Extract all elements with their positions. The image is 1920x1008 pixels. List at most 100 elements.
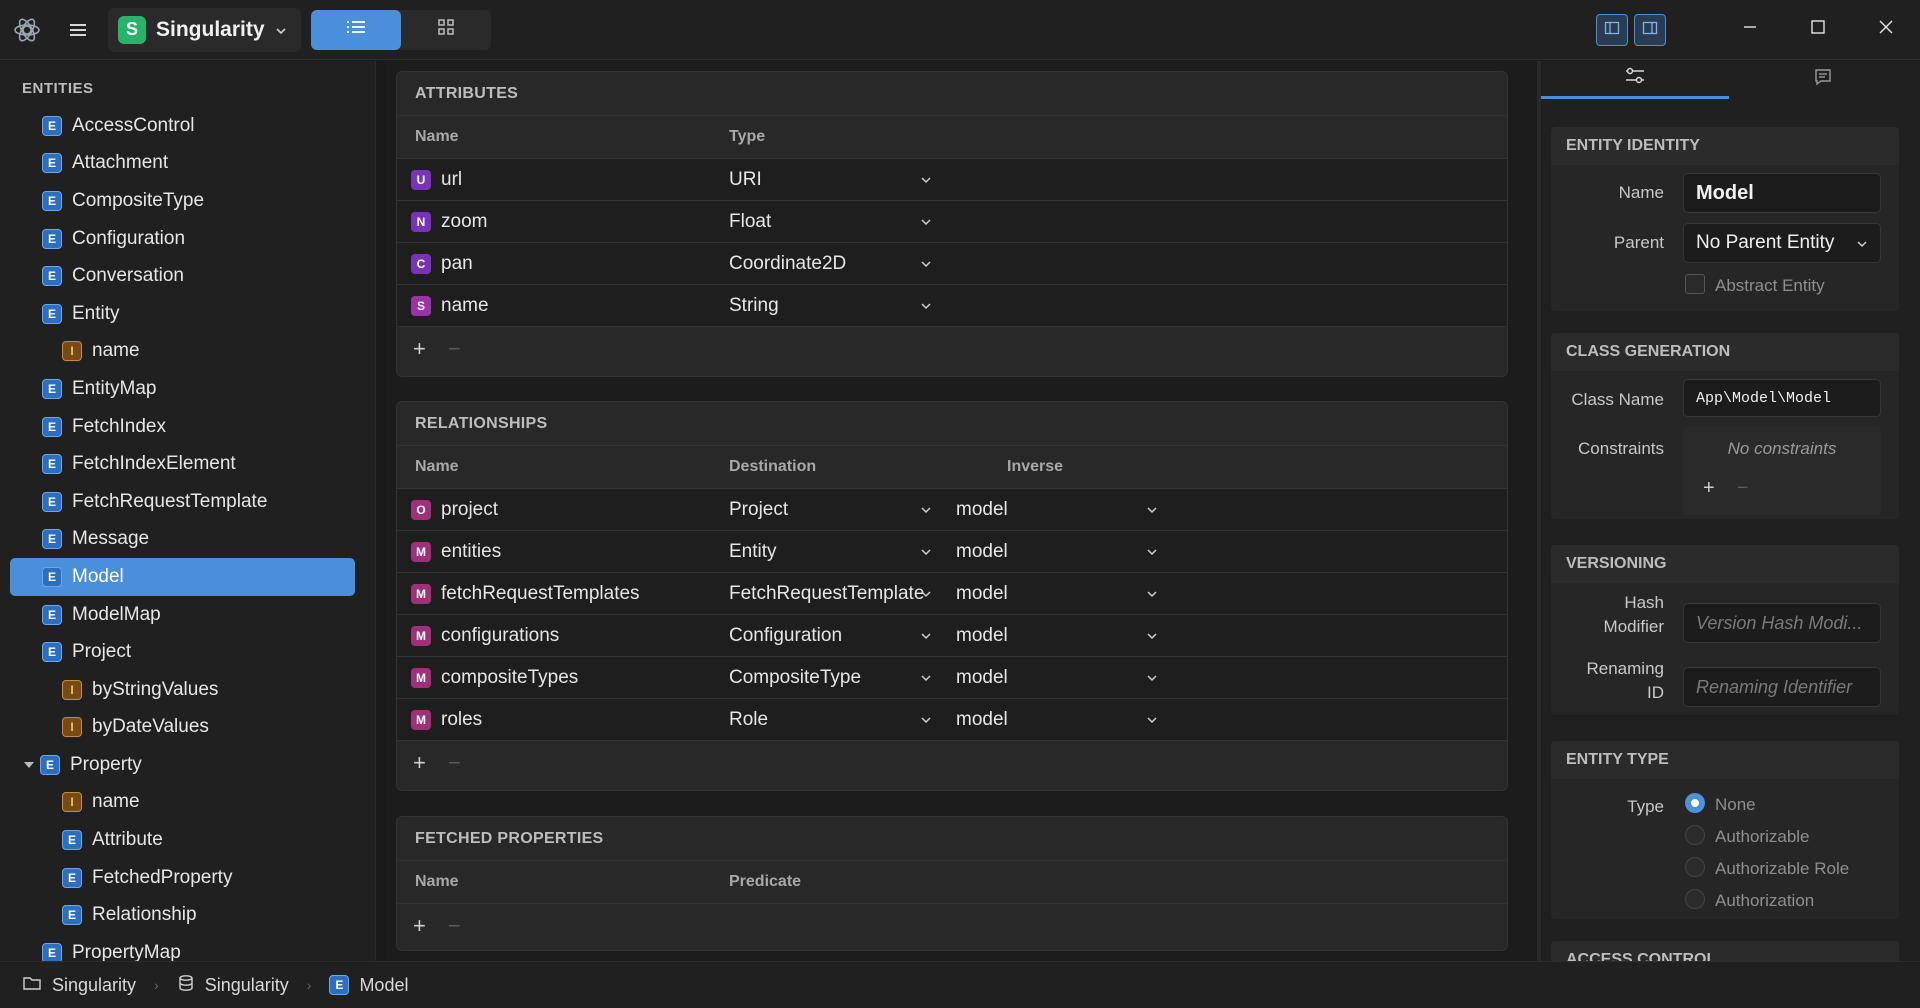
expand-caret-icon[interactable]: [22, 760, 36, 770]
chevron-down-icon[interactable]: [919, 671, 933, 685]
attribute-name[interactable]: name: [441, 295, 489, 317]
sidebar-item[interactable]: E FetchIndexElement: [0, 445, 375, 483]
sidebar-item[interactable]: E Property: [0, 746, 375, 784]
chevron-down-icon[interactable]: [919, 215, 933, 229]
sidebar-item[interactable]: E Entity: [0, 295, 375, 333]
relationship-name[interactable]: roles: [441, 709, 482, 731]
attribute-row[interactable]: Sname String: [397, 285, 1507, 327]
minimize-button[interactable]: [1716, 0, 1784, 60]
entity-name-input[interactable]: Model: [1683, 173, 1881, 213]
attribute-name[interactable]: url: [441, 169, 462, 191]
sidebar-item[interactable]: E Model: [10, 558, 355, 596]
sidebar-item[interactable]: E Attachment: [0, 145, 375, 183]
attribute-row[interactable]: Nzoom Float: [397, 201, 1507, 243]
relationship-name[interactable]: entities: [441, 541, 501, 563]
sidebar-item[interactable]: E EntityMap: [0, 370, 375, 408]
sidebar-item[interactable]: E Configuration: [0, 220, 375, 258]
sidebar-item[interactable]: E PropertyMap: [0, 934, 375, 961]
relationship-name[interactable]: compositeTypes: [441, 667, 578, 689]
inverse-select[interactable]: model: [956, 499, 1008, 521]
class-name-input[interactable]: App\Model\Model: [1683, 379, 1881, 417]
attribute-name[interactable]: pan: [441, 253, 473, 275]
sidebar-item[interactable]: E FetchIndex: [0, 408, 375, 446]
sidebar-item[interactable]: E Project: [0, 633, 375, 671]
maximize-button[interactable]: [1784, 0, 1852, 60]
sidebar-resize-handle[interactable]: [376, 61, 386, 961]
tab-properties[interactable]: [1541, 61, 1729, 99]
relationship-row[interactable]: MfetchRequestTemplates FetchRequestTempla…: [397, 573, 1507, 615]
attribute-type-select[interactable]: Float: [729, 211, 771, 233]
attribute-type-select[interactable]: Coordinate2D: [729, 253, 846, 275]
remove-attribute-button[interactable]: −: [448, 336, 461, 362]
close-window-button[interactable]: [1852, 0, 1920, 60]
destination-select[interactable]: Project: [729, 499, 788, 521]
toggle-left-panel-button[interactable]: [1596, 13, 1628, 46]
parent-entity-select[interactable]: No Parent Entity: [1683, 223, 1881, 263]
add-relationship-button[interactable]: +: [413, 750, 426, 776]
chevron-down-icon[interactable]: [1145, 629, 1159, 643]
chevron-down-icon[interactable]: [919, 299, 933, 313]
breadcrumb-project[interactable]: Singularity: [22, 975, 136, 996]
sidebar-item[interactable]: Iname: [0, 784, 375, 822]
remove-constraint-button[interactable]: −: [1737, 477, 1749, 500]
attribute-row[interactable]: Cpan Coordinate2D: [397, 243, 1507, 285]
sidebar-item[interactable]: E AccessControl: [0, 107, 375, 145]
sidebar-item[interactable]: E Message: [0, 521, 375, 559]
hamburger-menu-icon[interactable]: [58, 10, 98, 50]
add-attribute-button[interactable]: +: [413, 336, 426, 362]
attribute-row[interactable]: Uurl URI: [397, 159, 1507, 201]
chevron-down-icon[interactable]: [919, 629, 933, 643]
sidebar-item[interactable]: E Relationship: [0, 896, 375, 934]
sidebar-item[interactable]: E Attribute: [0, 821, 375, 859]
breadcrumb-entity[interactable]: E Model: [329, 975, 408, 996]
destination-select[interactable]: CompositeType: [729, 667, 861, 689]
relationship-row[interactable]: Oproject Project model: [397, 489, 1507, 531]
chevron-down-icon[interactable]: [919, 503, 933, 517]
list-view-button[interactable]: [310, 9, 401, 50]
add-fetched-property-button[interactable]: +: [413, 913, 426, 939]
relationship-row[interactable]: Mentities Entity model: [397, 531, 1507, 573]
chevron-down-icon[interactable]: [1145, 545, 1159, 559]
chevron-down-icon[interactable]: [1145, 671, 1159, 685]
sidebar-item[interactable]: E CompositeType: [0, 182, 375, 220]
add-constraint-button[interactable]: +: [1703, 477, 1715, 500]
attribute-type-select[interactable]: String: [729, 295, 779, 317]
destination-select[interactable]: Configuration: [729, 625, 842, 647]
sidebar-item[interactable]: IbyStringValues: [0, 671, 375, 709]
chevron-down-icon[interactable]: [1145, 503, 1159, 517]
destination-select[interactable]: FetchRequestTemplate: [729, 583, 924, 605]
chevron-down-icon[interactable]: [919, 587, 933, 601]
attribute-type-select[interactable]: URI: [729, 169, 762, 191]
grid-view-button[interactable]: [401, 10, 491, 50]
inverse-select[interactable]: model: [956, 541, 1008, 563]
relationship-name[interactable]: project: [441, 499, 498, 521]
sidebar-item[interactable]: E Conversation: [0, 257, 375, 295]
chevron-down-icon[interactable]: [919, 545, 933, 559]
sidebar-item[interactable]: E FetchRequestTemplate: [0, 483, 375, 521]
destination-select[interactable]: Entity: [729, 541, 777, 563]
relationship-name[interactable]: configurations: [441, 625, 559, 647]
inverse-select[interactable]: model: [956, 667, 1008, 689]
sidebar-item[interactable]: E ModelMap: [0, 596, 375, 634]
sidebar-item[interactable]: IbyDateValues: [0, 709, 375, 747]
relationship-row[interactable]: Mroles Role model: [397, 699, 1507, 741]
chevron-down-icon[interactable]: [1145, 587, 1159, 601]
chevron-down-icon[interactable]: [919, 713, 933, 727]
entity-type-radio[interactable]: [1685, 793, 1705, 813]
relationship-row[interactable]: McompositeTypes CompositeType model: [397, 657, 1507, 699]
hash-modifier-input[interactable]: Version Hash Modi...: [1683, 603, 1881, 643]
entity-type-radio[interactable]: [1685, 825, 1705, 845]
sidebar-item[interactable]: E FetchedProperty: [0, 859, 375, 897]
remove-relationship-button[interactable]: −: [448, 750, 461, 776]
breadcrumb-model-file[interactable]: Singularity: [177, 974, 289, 997]
toggle-right-panel-button[interactable]: [1634, 13, 1666, 46]
entity-type-radio[interactable]: [1685, 857, 1705, 877]
project-picker[interactable]: S Singularity: [108, 7, 301, 52]
inverse-select[interactable]: model: [956, 709, 1008, 731]
sidebar-item[interactable]: Iname: [0, 333, 375, 371]
chevron-down-icon[interactable]: [919, 257, 933, 271]
renaming-id-input[interactable]: Renaming Identifier: [1683, 667, 1881, 707]
relationship-row[interactable]: Mconfigurations Configuration model: [397, 615, 1507, 657]
chevron-down-icon[interactable]: [1145, 713, 1159, 727]
inverse-select[interactable]: model: [956, 625, 1008, 647]
